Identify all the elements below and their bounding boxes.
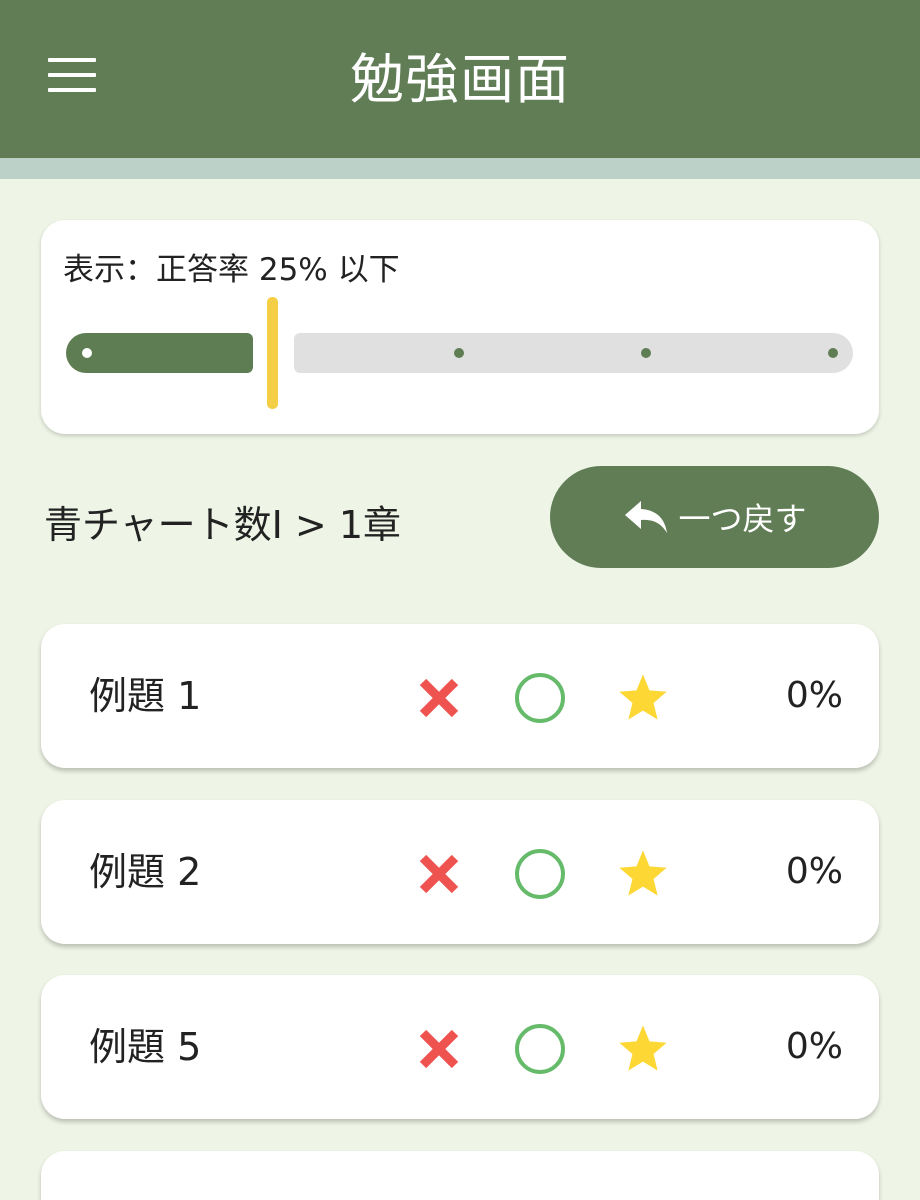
wrong-button[interactable] xyxy=(411,670,467,726)
circle-icon xyxy=(515,673,565,723)
star-icon xyxy=(619,1025,667,1071)
accuracy-rate: 0% xyxy=(785,851,843,892)
circle-icon xyxy=(515,849,565,899)
wrong-button[interactable] xyxy=(411,846,467,902)
question-row[interactable]: 例題 2 0% xyxy=(41,800,879,944)
star-icon xyxy=(619,674,667,720)
question-row[interactable] xyxy=(41,1151,879,1200)
cross-icon xyxy=(419,1029,459,1069)
cross-icon xyxy=(419,854,459,894)
correct-button[interactable] xyxy=(512,670,568,726)
correct-button[interactable] xyxy=(512,846,568,902)
star-button[interactable] xyxy=(615,670,671,726)
question-row[interactable]: 例題 1 0% xyxy=(41,624,879,768)
star-button[interactable] xyxy=(615,846,671,902)
question-name: 例題 5 xyxy=(89,1025,202,1069)
correct-button[interactable] xyxy=(512,1021,568,1077)
accuracy-rate: 0% xyxy=(785,675,843,716)
question-row[interactable]: 例題 5 0% xyxy=(41,975,879,1119)
question-name: 例題 2 xyxy=(89,850,202,894)
circle-icon xyxy=(515,1024,565,1074)
accuracy-rate: 0% xyxy=(785,1026,843,1067)
wrong-button[interactable] xyxy=(411,1021,467,1077)
question-list: 例題 1 0% 例題 2 0% 例題 5 0% xyxy=(0,0,920,1200)
question-name: 例題 1 xyxy=(89,674,202,718)
star-icon xyxy=(619,850,667,896)
star-button[interactable] xyxy=(615,1021,671,1077)
cross-icon xyxy=(419,678,459,718)
